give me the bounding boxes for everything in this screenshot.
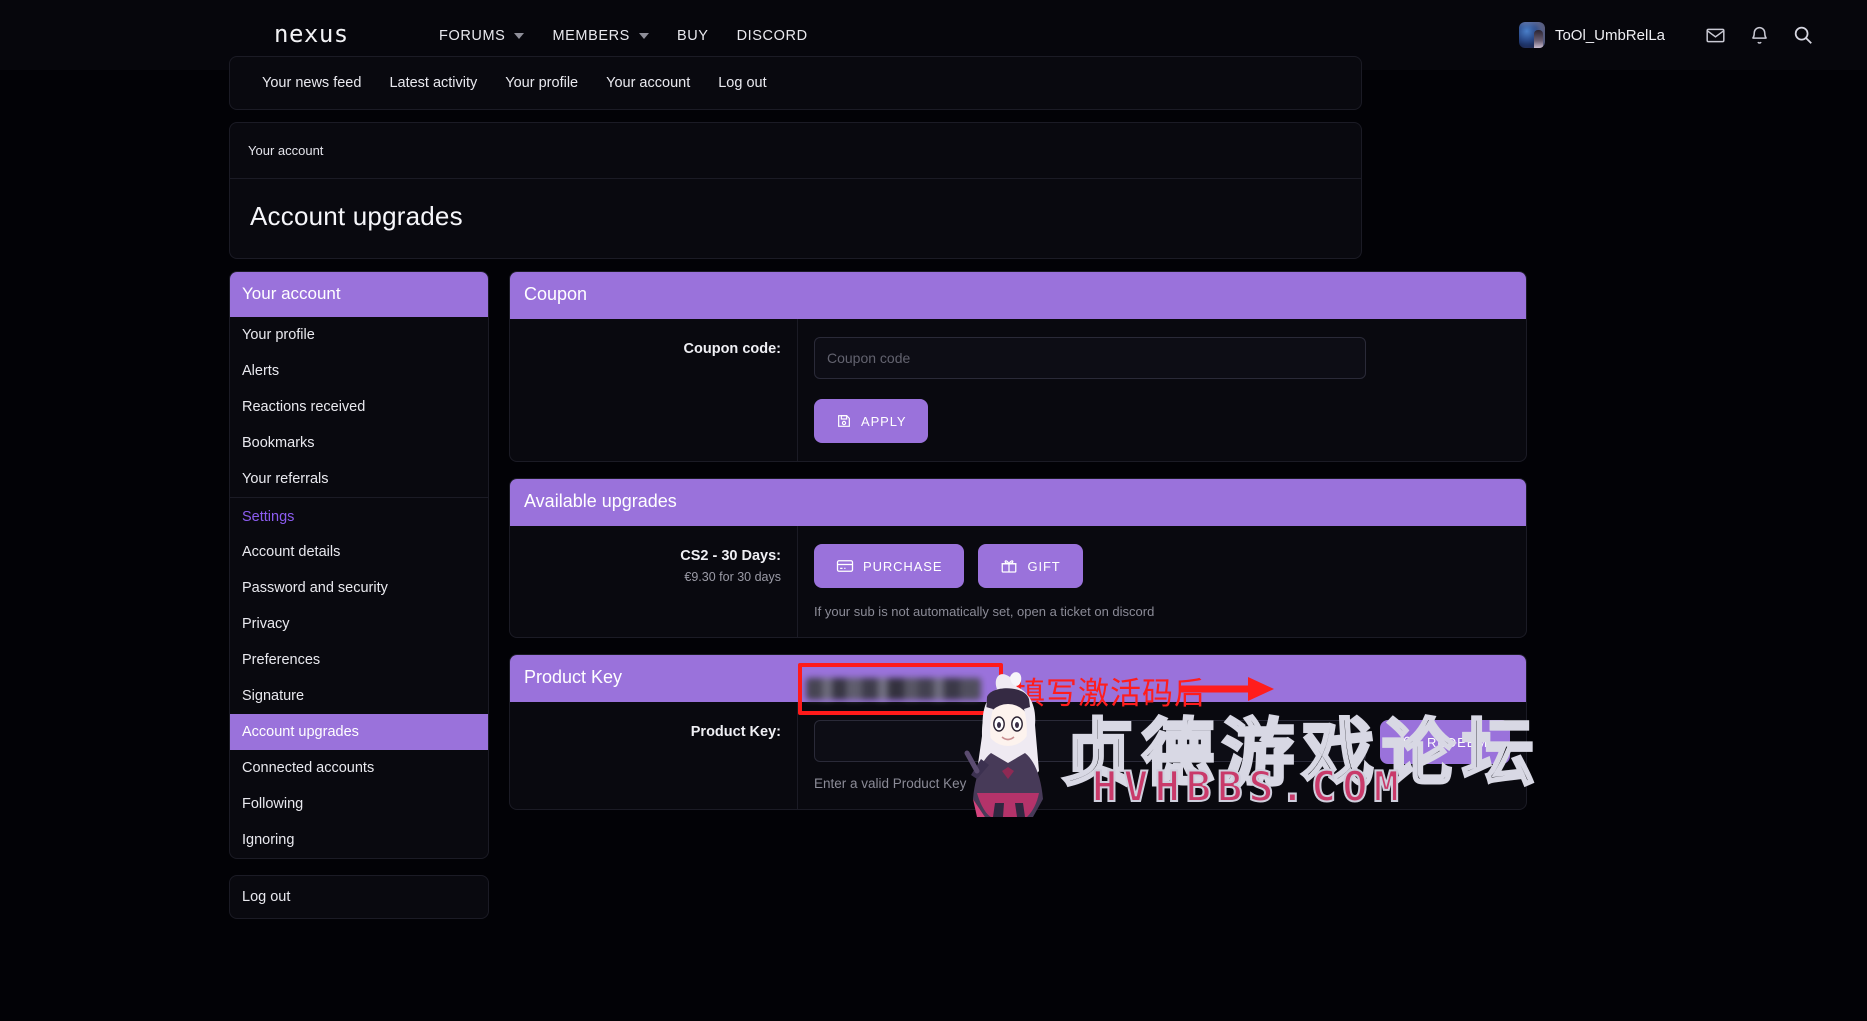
sidebar-item-alerts[interactable]: Alerts	[230, 353, 488, 389]
subnav-item-log-out[interactable]: Log out	[704, 69, 780, 97]
available-upgrades-title: Available upgrades	[510, 479, 1527, 526]
chevron-down-icon	[638, 33, 649, 40]
key-icon	[1402, 734, 1418, 750]
content-container: Your news feed Latest activity Your prof…	[229, 56, 1528, 935]
product-key-label: Product Key:	[510, 702, 798, 809]
account-layout: Your account Your profile Alerts Reactio…	[229, 271, 1528, 935]
credit-card-icon	[836, 557, 854, 575]
product-key-panel: Product Key Product Key: Enter a valid P…	[509, 654, 1528, 810]
upgrade-item-price: €9.30 for 30 days	[684, 570, 781, 584]
avatar	[1518, 22, 1545, 48]
account-subnav-card: Your news feed Latest activity Your prof…	[229, 56, 1362, 110]
sidebar-item-ignoring[interactable]: Ignoring	[230, 822, 488, 858]
redeem-button-label: REDEEM	[1427, 734, 1489, 750]
coupon-apply-wrap: APPLY	[814, 399, 1510, 443]
chevron-down-icon	[514, 33, 525, 40]
upgrade-item-label: CS2 - 30 Days: €9.30 for 30 days	[510, 526, 798, 637]
nav-label-members: MEMBERS	[552, 28, 630, 44]
sidebar-item-privacy[interactable]: Privacy	[230, 606, 488, 642]
save-floppy-icon	[836, 413, 852, 429]
sidebar-heading: Your account	[230, 272, 488, 317]
coupon-panel-body: Coupon code: Coupon code APPLY	[510, 319, 1526, 461]
product-key-panel-title: Product Key	[510, 655, 1527, 702]
coupon-panel: Coupon Coupon code: Coupon code APPLY	[509, 271, 1528, 462]
gift-button[interactable]: GIFT	[978, 544, 1083, 588]
page-root: nexus FORUMS MEMBERS BUY DISCORD ToOl_Um…	[0, 0, 1867, 1021]
primary-nav: FORUMS MEMBERS BUY DISCORD	[425, 22, 822, 50]
coupon-panel-title: Coupon	[510, 272, 1527, 319]
sidebar-item-preferences[interactable]: Preferences	[230, 642, 488, 678]
bell-icon[interactable]	[1737, 13, 1781, 57]
account-main: Coupon Coupon code: Coupon code APPLY Av…	[509, 271, 1528, 826]
nav-item-forums[interactable]: FORUMS	[425, 22, 538, 50]
product-key-content: Enter a valid Product Key REDEEM	[798, 702, 1526, 809]
product-key-input-wrap: Enter a valid Product Key	[814, 720, 1366, 791]
coupon-code-label: Coupon code:	[510, 319, 798, 461]
upgrade-note: If your sub is not automatically set, op…	[814, 604, 1155, 619]
sidebar-item-your-referrals[interactable]: Your referrals	[230, 461, 488, 497]
account-sidebar: Your account Your profile Alerts Reactio…	[229, 271, 489, 935]
product-key-row: Enter a valid Product Key REDEEM	[814, 720, 1511, 791]
sidebar-item-reactions-received[interactable]: Reactions received	[230, 389, 488, 425]
apply-button-label: APPLY	[861, 413, 907, 429]
subnav-item-latest-activity[interactable]: Latest activity	[375, 69, 491, 97]
sidebar-nav-block: Your account Your profile Alerts Reactio…	[229, 271, 489, 859]
sidebar-item-following[interactable]: Following	[230, 786, 488, 822]
sidebar-item-connected-accounts[interactable]: Connected accounts	[230, 750, 488, 786]
upgrade-actions: PURCHASE GIFT	[814, 544, 1510, 588]
sidebar-logout-block: Log out	[229, 875, 489, 919]
available-upgrades-panel: Available upgrades CS2 - 30 Days: €9.30 …	[509, 478, 1528, 638]
page-title: Account upgrades	[250, 201, 463, 231]
breadcrumb[interactable]: Your account	[230, 123, 1361, 178]
product-key-hint: Enter a valid Product Key	[814, 776, 967, 791]
coupon-code-input[interactable]	[814, 337, 1366, 379]
sidebar-group-settings: Settings	[242, 509, 295, 525]
sidebar-item-account-details[interactable]: Account details	[230, 534, 488, 570]
purchase-button[interactable]: PURCHASE	[814, 544, 965, 588]
product-key-panel-body: Product Key: Enter a valid Product Key R…	[510, 702, 1526, 809]
sidebar-item-log-out[interactable]: Log out	[230, 876, 488, 918]
purchase-button-label: PURCHASE	[863, 558, 943, 574]
subnav-item-your-profile[interactable]: Your profile	[491, 69, 592, 97]
page-header-card: Your account Account upgrades	[229, 122, 1362, 259]
subnav-item-your-account[interactable]: Your account	[592, 69, 704, 97]
nav-label-forums: FORUMS	[439, 28, 506, 44]
available-upgrades-body: CS2 - 30 Days: €9.30 for 30 days PURCHAS…	[510, 526, 1526, 637]
account-subnav: Your news feed Latest activity Your prof…	[230, 57, 1361, 109]
gift-icon	[1000, 557, 1018, 575]
sidebar-item-signature[interactable]: Signature	[230, 678, 488, 714]
page-title-wrap: Account upgrades	[230, 178, 1361, 258]
subnav-item-your-news-feed[interactable]: Your news feed	[248, 69, 375, 97]
top-nav-right-group: ToOl_UmbRelLa	[1518, 0, 1825, 70]
product-key-input[interactable]	[814, 720, 1366, 762]
envelope-icon[interactable]	[1693, 13, 1737, 57]
apply-button[interactable]: APPLY	[814, 399, 929, 443]
sidebar-item-password-and-security[interactable]: Password and security	[230, 570, 488, 606]
nav-item-buy[interactable]: BUY	[663, 22, 723, 50]
upgrade-item-name: CS2 - 30 Days:	[680, 548, 781, 564]
sidebar-item-your-profile[interactable]: Your profile	[230, 317, 488, 353]
search-icon[interactable]	[1781, 13, 1825, 57]
site-logo[interactable]: nexus	[274, 20, 349, 48]
available-upgrades-content: PURCHASE GIFT If your sub is not automat…	[798, 526, 1526, 637]
nav-item-discord[interactable]: DISCORD	[723, 22, 822, 50]
sidebar-item-account-upgrades[interactable]: Account upgrades	[230, 714, 488, 750]
nav-item-members[interactable]: MEMBERS	[538, 22, 663, 50]
gift-button-label: GIFT	[1027, 558, 1061, 574]
coupon-panel-content: APPLY	[798, 319, 1526, 461]
username-label: ToOl_UmbRelLa	[1554, 26, 1665, 44]
sidebar-item-bookmarks[interactable]: Bookmarks	[230, 425, 488, 461]
redeem-button[interactable]: REDEEM	[1380, 720, 1511, 764]
user-menu-button[interactable]: ToOl_UmbRelLa	[1518, 22, 1665, 48]
